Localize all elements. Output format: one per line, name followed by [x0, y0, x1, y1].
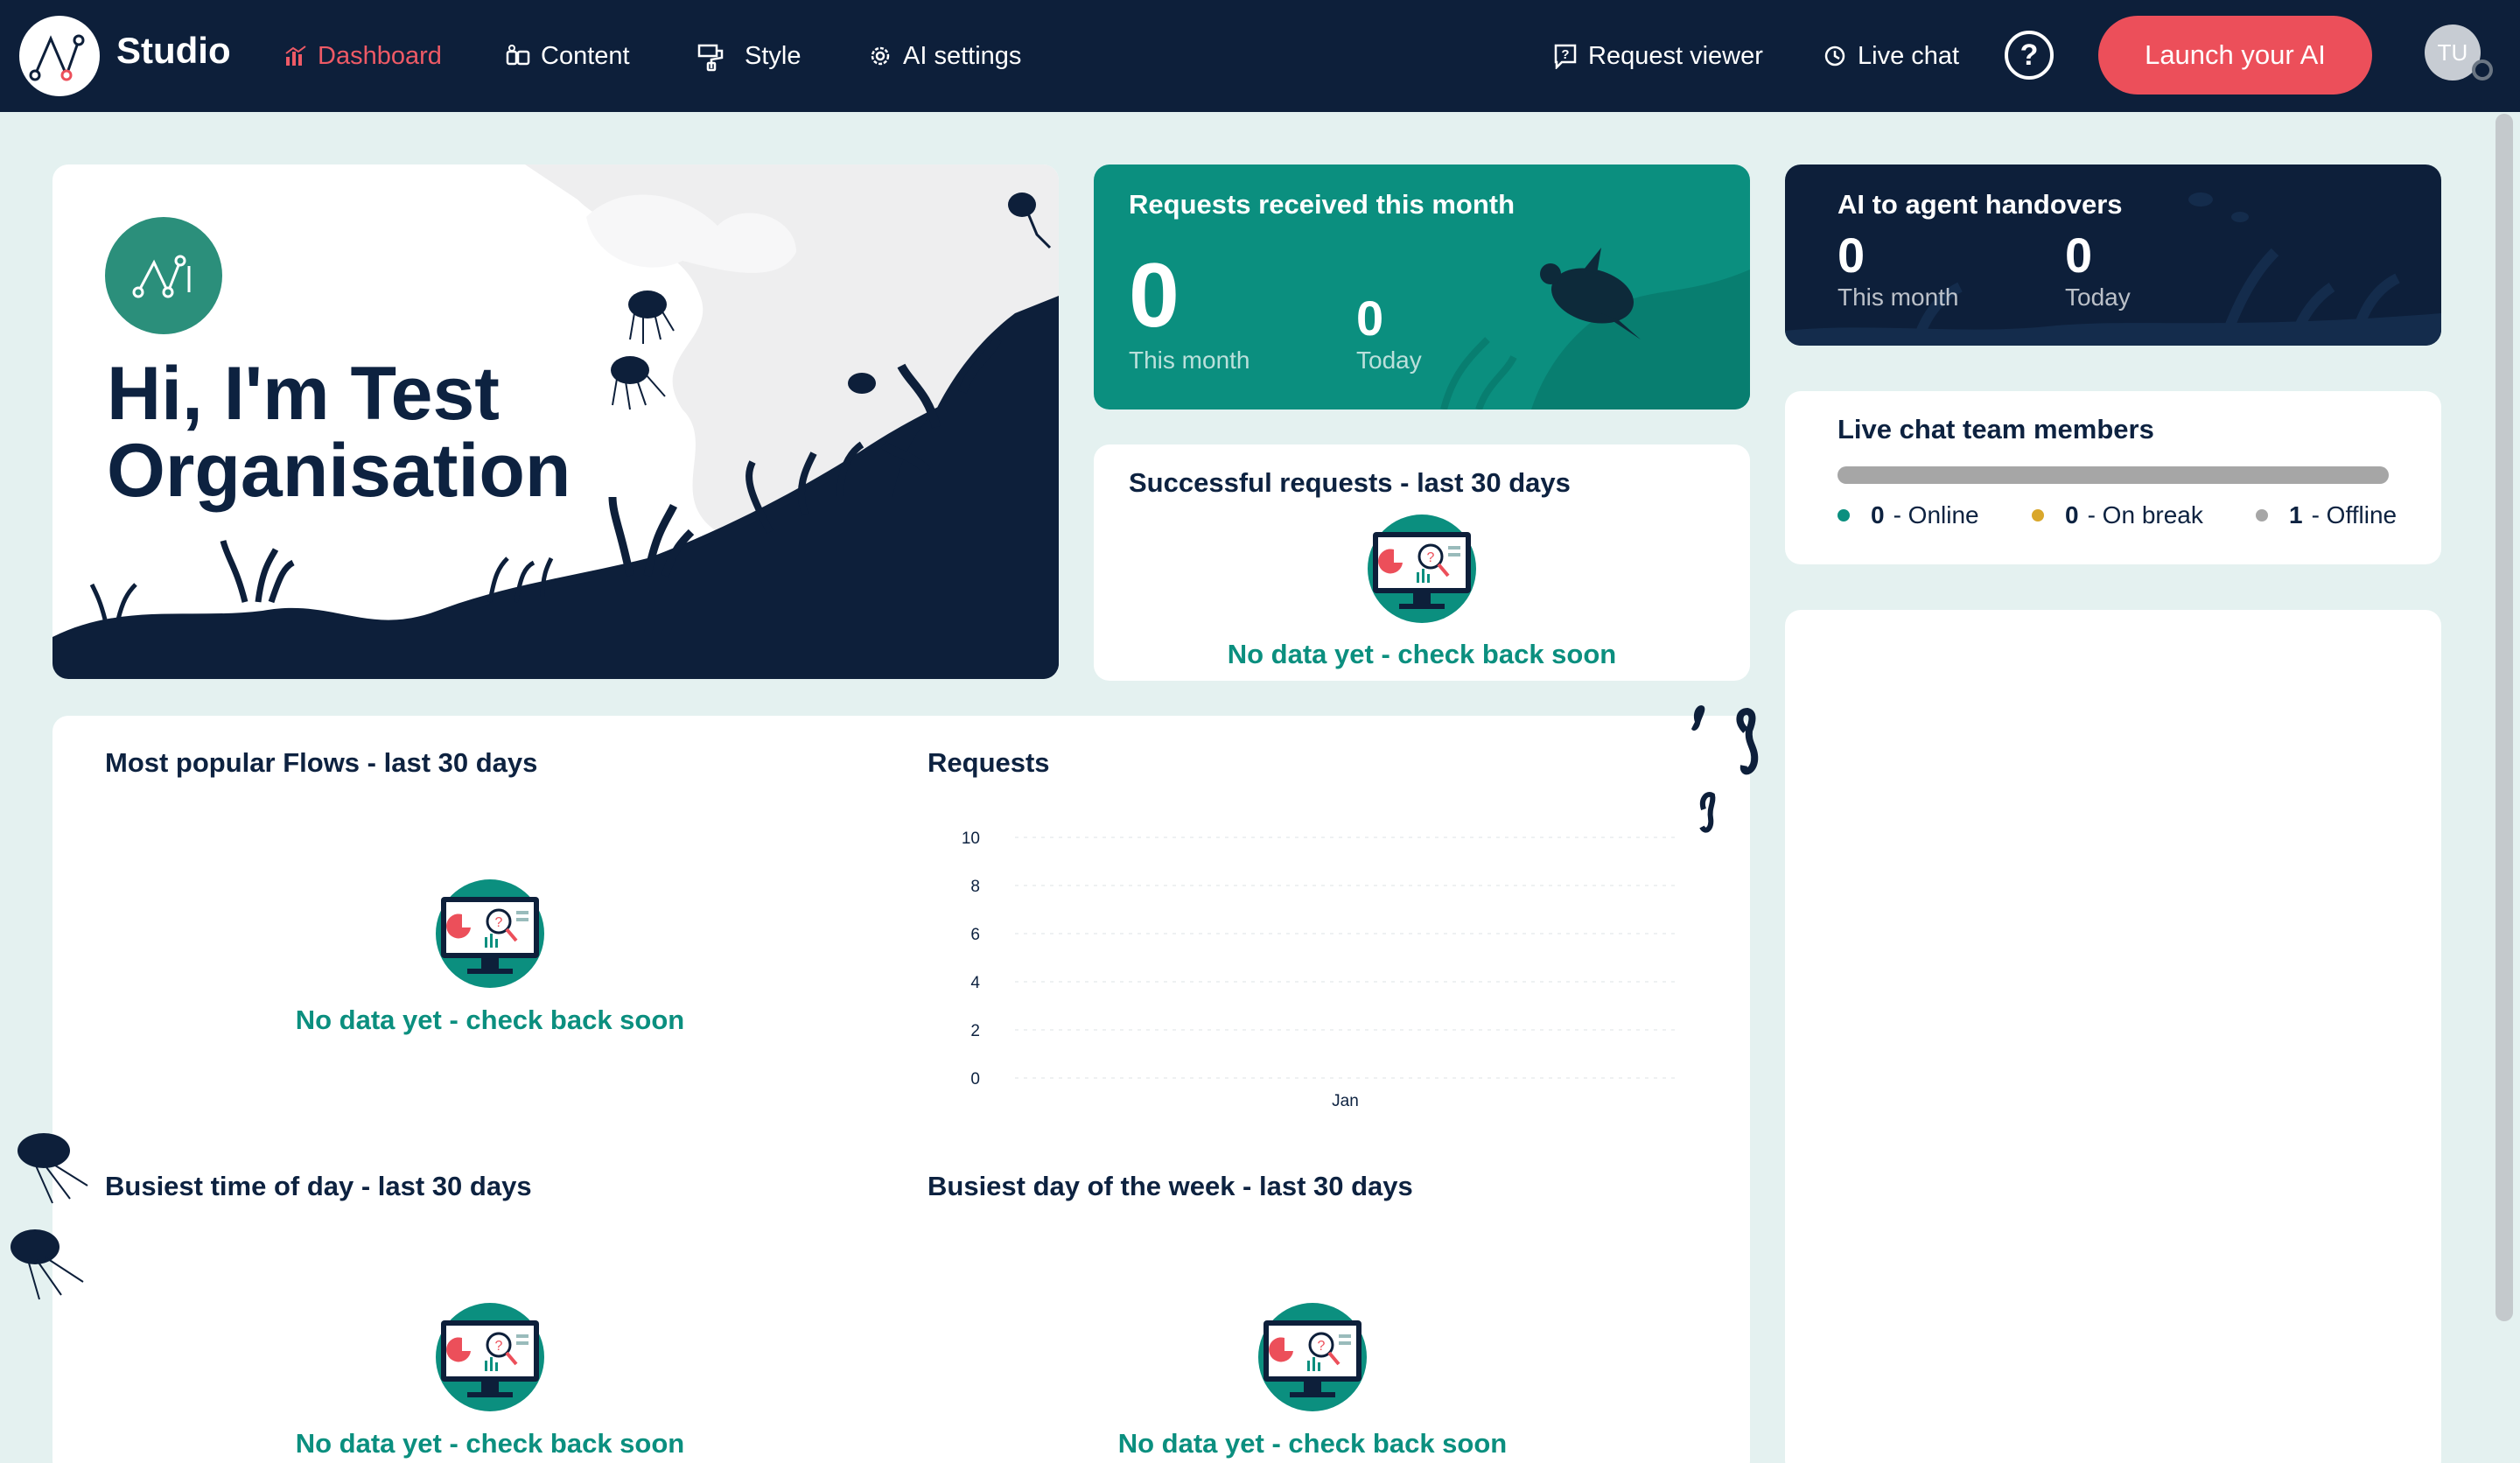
live-chat-team-card: Live chat team members 0 - Online 0 - On…	[1785, 391, 2441, 564]
online-label: - Online	[1893, 501, 1979, 528]
nav-content-label: Content	[541, 41, 630, 70]
successful-requests-card: Successful requests - last 30 days ? No …	[1094, 444, 1750, 681]
on-break-dot-icon	[2032, 509, 2044, 522]
offline-dot-icon	[2256, 509, 2268, 522]
nav-request-viewer[interactable]: ? Request viewer	[1553, 35, 1763, 77]
team-title: Live chat team members	[1838, 414, 2154, 444]
legend-offline: 1 - Offline	[2256, 501, 2397, 529]
team-status-bar	[1838, 466, 2389, 484]
handovers-month-value: 0	[1838, 228, 1866, 283]
online-dot-icon	[1838, 509, 1850, 522]
help-button[interactable]: ?	[2005, 31, 2054, 80]
requests-today-value: 0	[1356, 290, 1384, 346]
y-tick-label: 0	[970, 1070, 980, 1088]
handovers-today-label: Today	[2065, 284, 2131, 311]
page-scrollbar[interactable]	[2496, 114, 2513, 1321]
nav-request-viewer-label: Request viewer	[1588, 41, 1763, 70]
y-tick-label: 10	[962, 830, 980, 848]
no-data-monitor-icon: ?	[1368, 514, 1476, 623]
no-data-monitor-icon: ?	[436, 879, 544, 988]
handovers-title: AI to agent handovers	[1838, 189, 2123, 220]
style-icon	[697, 44, 724, 72]
nav-dashboard[interactable]: Dashboard	[284, 35, 442, 77]
brand-name: Studio	[116, 30, 231, 71]
bar-chart-icon	[285, 46, 306, 66]
live-chat-icon	[1824, 46, 1845, 66]
welcome-heading: Hi, I'm Test Organisation	[107, 352, 571, 513]
nav-live-chat[interactable]: Live chat	[1823, 35, 1959, 77]
busiest-time-title: Busiest time of day - last 30 days	[105, 1171, 532, 1201]
welcome-card: Hi, I'm Test Organisation	[52, 164, 1059, 679]
y-tick-label: 8	[970, 878, 980, 896]
y-tick-label: 4	[970, 974, 980, 992]
requests-month-title: Requests received this month	[1129, 189, 1516, 220]
offline-count: 1	[2289, 501, 2303, 528]
y-tick-label: 6	[970, 926, 980, 944]
on-break-count: 0	[2065, 501, 2079, 528]
content-icon	[506, 45, 530, 66]
nav-live-chat-label: Live chat	[1858, 41, 1960, 70]
seahorse-illustration	[1691, 705, 1759, 833]
nav-style-label: Style	[745, 41, 802, 70]
busiest-day-title: Busiest day of the week - last 30 days	[928, 1171, 1413, 1201]
studio-logo[interactable]	[19, 16, 100, 96]
popular-flows-no-data-message: No data yet - check back soon	[295, 1004, 685, 1035]
svg-text:?: ?	[495, 1339, 503, 1354]
gear-icon	[871, 46, 890, 66]
requests-chart-title: Requests	[928, 747, 1050, 778]
handovers-month-label: This month	[1838, 284, 1959, 311]
successful-requests-title: Successful requests - last 30 days	[1129, 467, 1571, 498]
nav-content[interactable]: Content	[506, 35, 630, 77]
nav-style[interactable]: Style	[696, 35, 801, 77]
avatar-status-icon	[2472, 60, 2493, 80]
offline-label: - Offline	[2311, 501, 2398, 528]
jellyfish-illustration	[10, 1133, 88, 1300]
popular-flows-title: Most popular Flows - last 30 days	[105, 747, 538, 778]
requests-month-label: This month	[1129, 346, 1250, 374]
svg-text:?: ?	[1561, 47, 1569, 62]
request-viewer-icon: ?	[1554, 44, 1577, 69]
legend-online: 0 - Online	[1838, 501, 1979, 529]
launch-ai-button[interactable]: Launch your AI	[2098, 16, 2372, 94]
busiest-day-no-data-message: No data yet - check back soon	[1117, 1428, 1508, 1459]
on-break-label: - On break	[2087, 501, 2203, 528]
svg-text:?: ?	[495, 915, 503, 930]
online-count: 0	[1871, 501, 1885, 528]
requests-today-label: Today	[1356, 346, 1422, 374]
successful-no-data-message: No data yet - check back soon	[1227, 639, 1617, 669]
top-navigation-bar: Studio Dashboard Content Style AI settin…	[0, 0, 2520, 112]
logo-icon	[29, 34, 85, 81]
nav-ai-settings[interactable]: AI settings	[868, 35, 1021, 77]
requests-month-value: 0	[1129, 245, 1180, 346]
svg-text:?: ?	[1427, 550, 1435, 565]
svg-text:?: ?	[1318, 1339, 1326, 1354]
handovers-today-value: 0	[2065, 228, 2093, 283]
nav-ai-settings-label: AI settings	[903, 41, 1022, 70]
y-tick-label: 2	[970, 1022, 980, 1040]
empty-panel	[1785, 610, 2441, 1463]
requests-this-month-card: Requests received this month 0 This mont…	[1094, 164, 1750, 410]
busiest-time-no-data-message: No data yet - check back soon	[295, 1428, 685, 1459]
legend-on-break: 0 - On break	[2032, 501, 2203, 529]
organisation-logo	[105, 217, 222, 334]
nav-dashboard-label: Dashboard	[318, 41, 442, 70]
requests-chart: 10 8 6 4 2 0 Jan	[962, 830, 1676, 1110]
no-data-monitor-icon: ?	[1258, 1303, 1367, 1411]
no-data-monitor-icon: ?	[436, 1303, 544, 1411]
organisation-logo-icon	[132, 255, 191, 298]
x-tick-label: Jan	[1332, 1092, 1359, 1110]
handovers-card: AI to agent handovers 0 This month 0 Tod…	[1785, 164, 2441, 346]
